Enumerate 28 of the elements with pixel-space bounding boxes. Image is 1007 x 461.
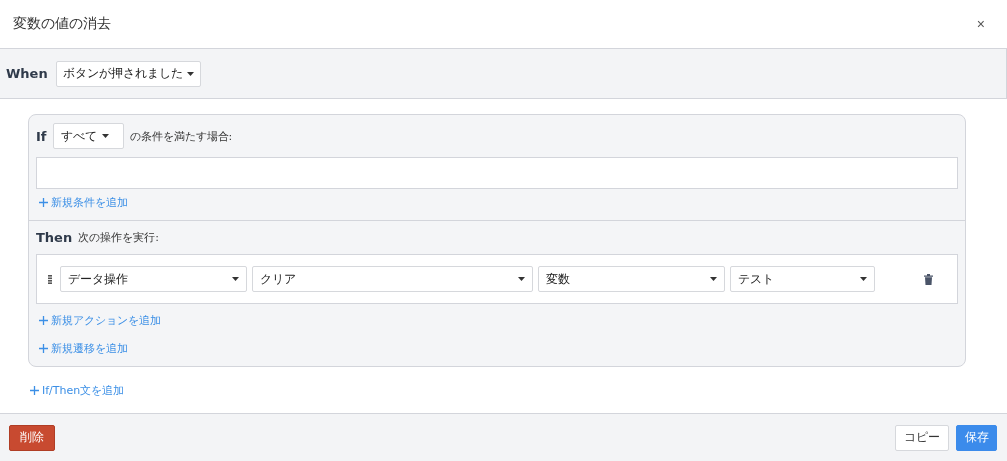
dropdown[interactable]: 変数 (538, 266, 725, 292)
action-text: 次の操作を実行: (78, 230, 159, 245)
plus-icon (39, 198, 48, 207)
trash-icon[interactable] (924, 273, 933, 285)
caret-icon (186, 71, 194, 76)
dropdown[interactable]: データ操作 (60, 266, 247, 292)
when-label: When (6, 66, 48, 81)
caret-icon (101, 134, 109, 138)
delete-button[interactable]: 削除 (9, 424, 55, 451)
caret-icon (518, 277, 525, 281)
close-button[interactable]: × (968, 16, 993, 32)
plus-icon (39, 316, 48, 325)
add-link[interactable]: If/Then文を追加 (30, 383, 125, 398)
caret-icon (710, 277, 717, 281)
dialog-title: 変数の値の消去 (13, 15, 111, 33)
plus-icon (30, 386, 39, 395)
condition-text: の条件を満たす場合: (129, 128, 233, 144)
then-label: Then (36, 230, 73, 245)
caret-icon (232, 277, 239, 281)
drag-handle-icon (48, 274, 52, 284)
plus-icon (39, 344, 48, 353)
copy-button[interactable]: コピー (895, 424, 949, 451)
dropdown[interactable]: すべて (52, 123, 124, 149)
dropdown[interactable]: ボタンが押されました (55, 60, 201, 87)
dropdown[interactable]: クリア (252, 266, 533, 292)
caret-icon (860, 277, 867, 281)
dropdown[interactable]: テスト (730, 266, 875, 292)
if-label: If (36, 128, 47, 144)
